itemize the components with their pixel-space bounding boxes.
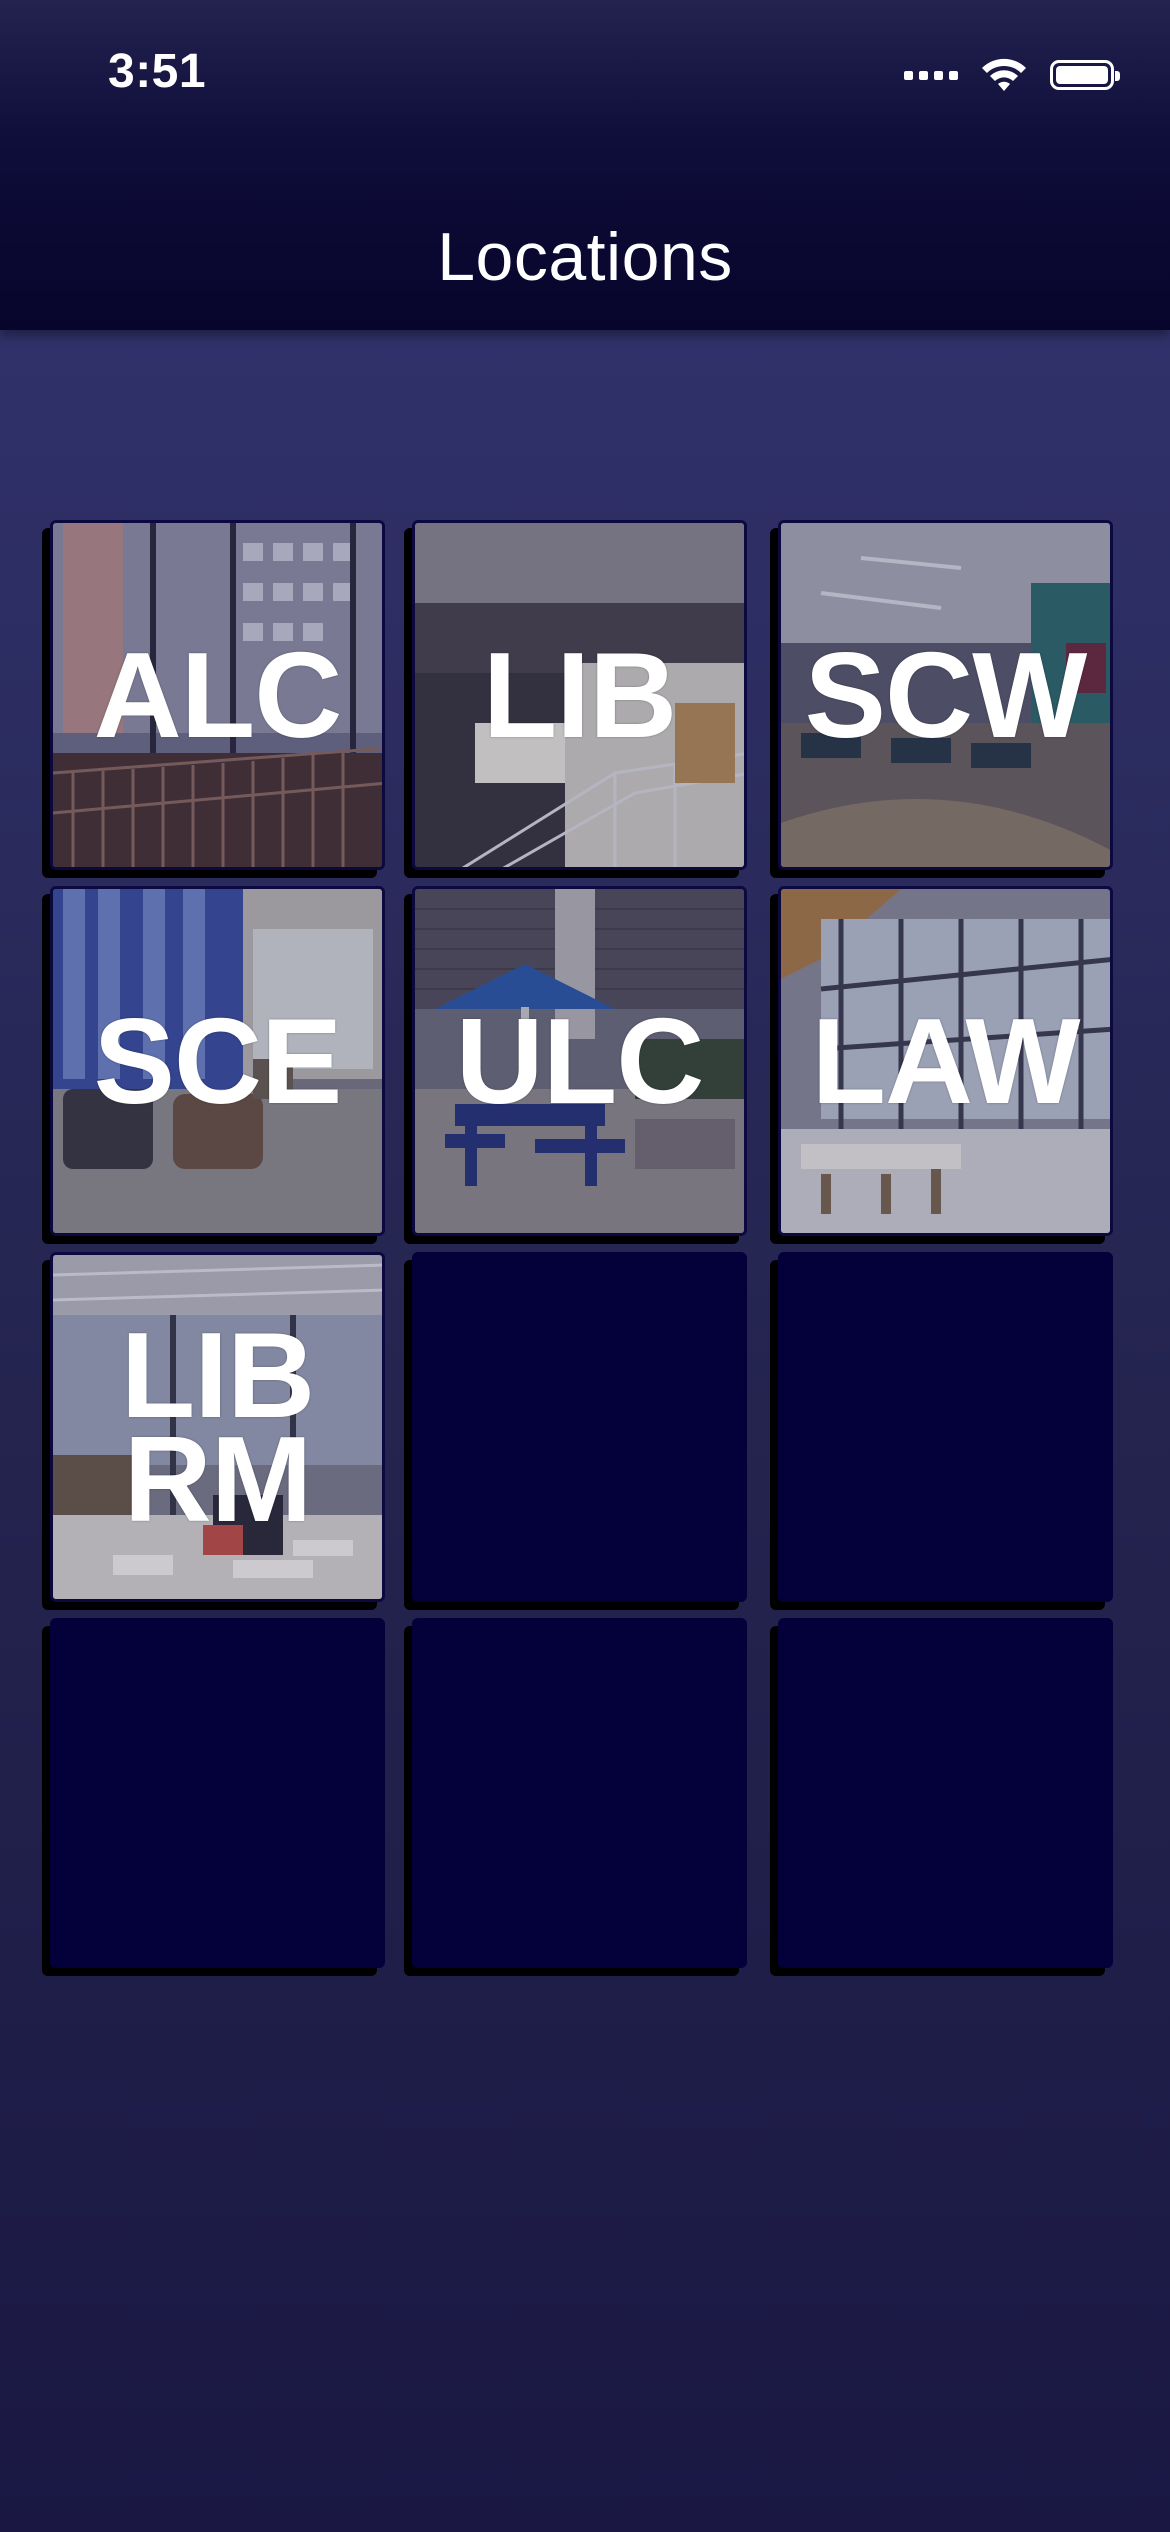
location-tile-scw[interactable]: SCW [778, 520, 1113, 870]
location-tile-sce[interactable]: SCE [50, 886, 385, 1236]
tile-label: ULC [455, 993, 705, 1129]
tile-label: LIB [482, 627, 678, 763]
tile-label: SCW [804, 627, 1088, 763]
location-tile-lib-rm[interactable]: LIB RM [50, 1252, 385, 1602]
tile-label: LIB RM [120, 1307, 316, 1547]
tile-label: LAW [811, 993, 1080, 1129]
location-tile-alc[interactable]: ALC [50, 520, 385, 870]
empty-tile [50, 1618, 385, 1968]
location-tile-ulc[interactable]: ULC [412, 886, 747, 1236]
tile-label: SCE [93, 993, 343, 1129]
location-tile-lib[interactable]: LIB [412, 520, 747, 870]
tile-label: ALC [93, 627, 343, 763]
empty-tile [778, 1252, 1113, 1602]
locations-grid: ALC LIB SCW SCE ULC LAW LIB RM [0, 0, 1170, 2532]
location-tile-law[interactable]: LAW [778, 886, 1113, 1236]
empty-tile [778, 1618, 1113, 1968]
empty-tile [412, 1618, 747, 1968]
empty-tile [412, 1252, 747, 1602]
